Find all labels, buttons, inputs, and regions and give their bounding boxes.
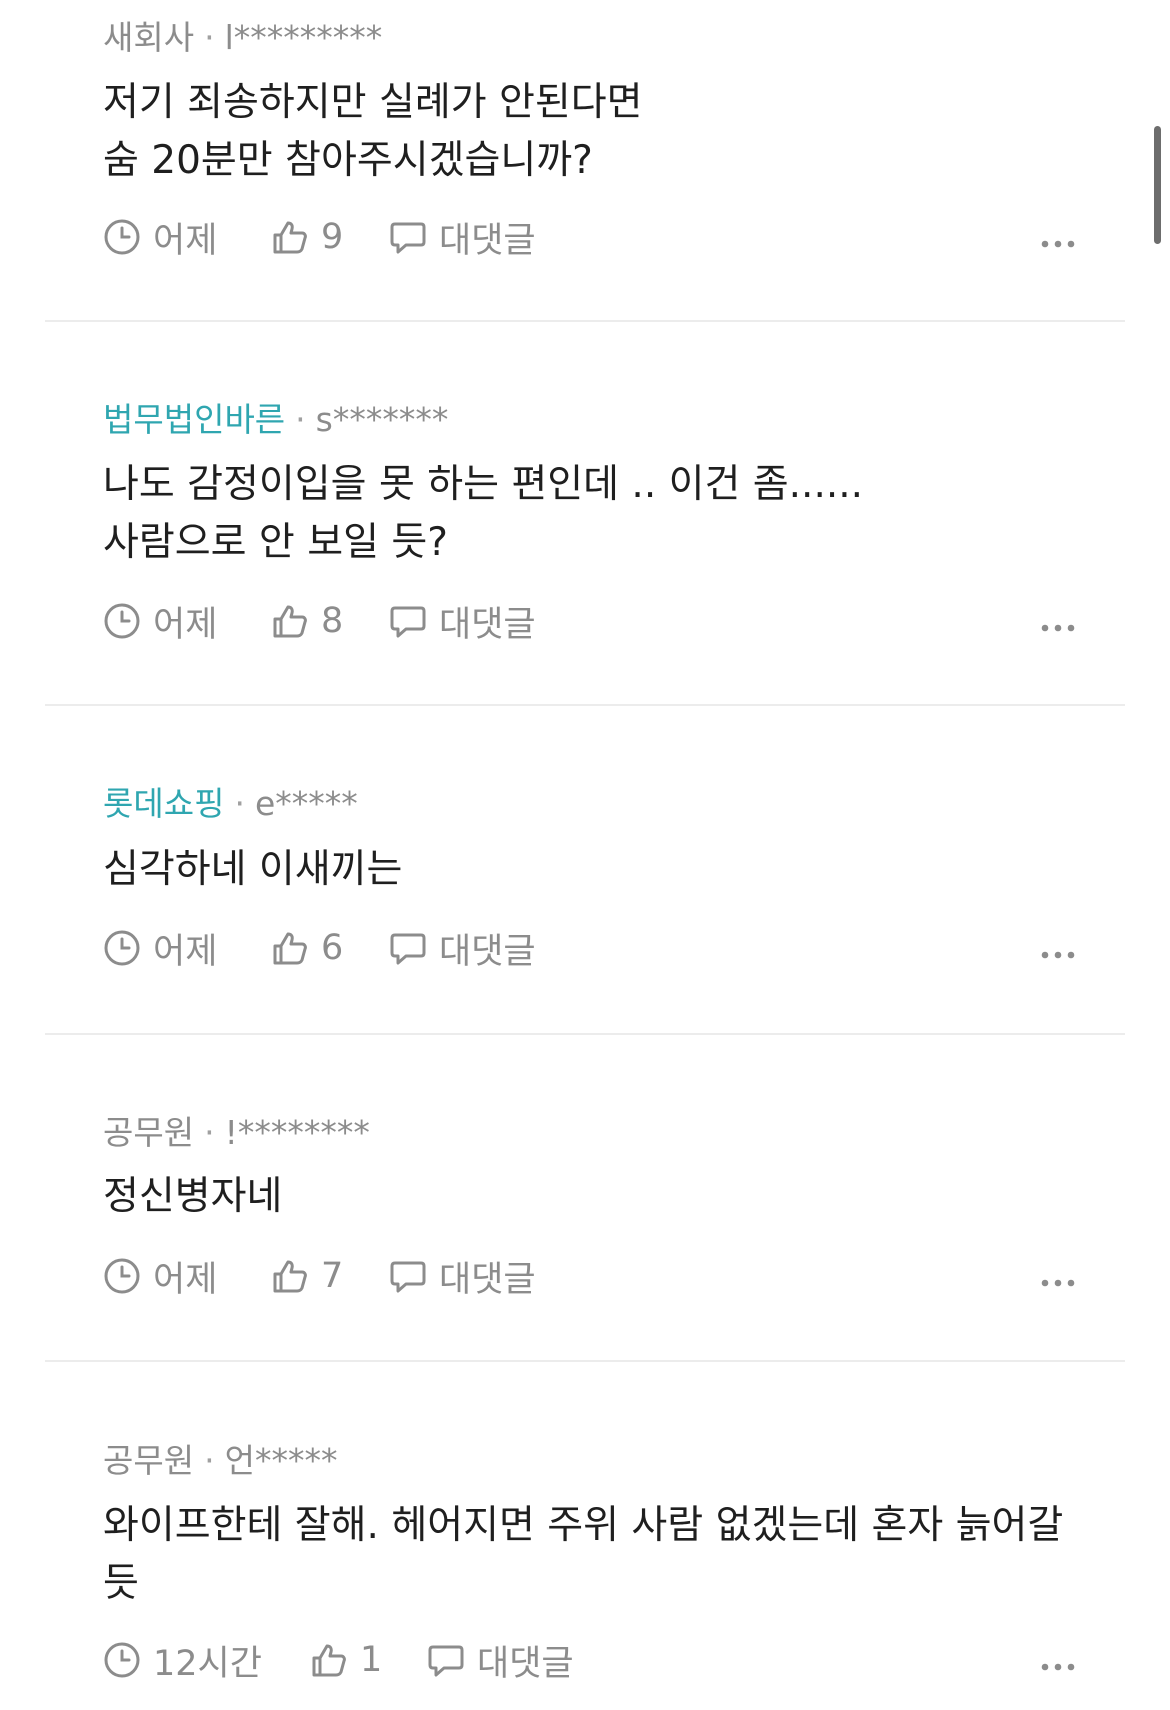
speech-bubble-icon (389, 929, 427, 967)
like-count: 9 (321, 217, 344, 257)
thumbs-up-icon (271, 218, 309, 256)
more-dots-icon (1041, 1640, 1075, 1680)
like-count: 1 (360, 1640, 383, 1680)
like-button[interactable]: 8 (271, 596, 343, 646)
reply-button[interactable]: 대댓글 (427, 1635, 574, 1685)
author-company[interactable]: 공무원 (103, 1441, 194, 1480)
like-button[interactable]: 1 (310, 1635, 382, 1685)
more-dots-icon (1041, 217, 1075, 257)
author-company[interactable]: 롯데쇼핑 (103, 784, 224, 823)
thumbs-up-icon (271, 1257, 309, 1295)
comment-meta: 공무원 · !******** (103, 1113, 370, 1153)
time-info: 어제 (103, 212, 217, 262)
meta-separator: · (204, 1441, 215, 1480)
reply-label: 대댓글 (439, 604, 536, 645)
more-dots-icon (1041, 601, 1075, 641)
author-username: e***** (254, 784, 358, 823)
clock-icon (103, 602, 141, 640)
more-dots-icon (1041, 1256, 1075, 1296)
comment-text: 나도 감정이입을 못 하는 편인데 .. 이건 좀...... 사람으로 안 보… (103, 462, 864, 565)
divider (45, 1360, 1125, 1362)
comment-actions: 어제 6 대댓글 (103, 923, 1083, 973)
divider (45, 704, 1125, 706)
meta-separator: · (295, 400, 306, 439)
reply-label: 대댓글 (439, 931, 536, 972)
author-username: l********* (224, 18, 383, 57)
time-label: 어제 (153, 1259, 218, 1300)
author-username: !******** (224, 1113, 370, 1152)
meta-separator: · (204, 1113, 215, 1152)
time-info: 어제 (103, 596, 217, 646)
time-info: 어제 (103, 1251, 217, 1301)
like-button[interactable]: 6 (271, 923, 343, 973)
meta-separator: · (204, 18, 215, 57)
time-info: 어제 (103, 923, 217, 973)
more-dots-icon (1041, 928, 1075, 968)
like-button[interactable]: 9 (271, 212, 343, 262)
clock-icon (103, 929, 141, 967)
author-company[interactable]: 새회사 (103, 18, 194, 57)
comment-meta: 롯데쇼핑 · e***** (103, 784, 358, 824)
speech-bubble-icon (389, 602, 427, 640)
clock-icon (103, 218, 141, 256)
more-options-button[interactable] (1033, 596, 1083, 646)
comment-actions: 어제 9 대댓글 (103, 212, 1083, 262)
comment-actions: 12시간 1 대댓글 (103, 1635, 1083, 1685)
comment-text: 저기 죄송하지만 실례가 안된다면 숨 20분만 참아주시겠습니까? (103, 80, 643, 183)
speech-bubble-icon (427, 1641, 465, 1679)
author-username: 언***** (224, 1441, 338, 1480)
divider (45, 1033, 1125, 1035)
comment-meta: 새회사 · l********* (103, 18, 382, 58)
time-label: 어제 (153, 604, 218, 645)
like-count: 7 (321, 1256, 344, 1296)
comment-meta: 공무원 · 언***** (103, 1441, 337, 1481)
reply-button[interactable]: 대댓글 (389, 596, 536, 646)
thumbs-up-icon (271, 602, 309, 640)
reply-label: 대댓글 (439, 220, 536, 261)
comment-text: 정신병자네 (103, 1174, 283, 1219)
more-options-button[interactable] (1033, 1251, 1083, 1301)
comment-actions: 어제 7 대댓글 (103, 1251, 1083, 1301)
author-username: s******* (315, 400, 449, 439)
time-label: 어제 (153, 220, 218, 261)
reply-button[interactable]: 대댓글 (389, 212, 536, 262)
thumbs-up-icon (310, 1641, 348, 1679)
comment-actions: 어제 8 대댓글 (103, 596, 1083, 646)
time-label: 어제 (153, 931, 218, 972)
time-label: 12시간 (153, 1643, 262, 1684)
clock-icon (103, 1641, 141, 1679)
scrollbar[interactable] (1154, 126, 1161, 244)
more-options-button[interactable] (1033, 1635, 1083, 1685)
divider (45, 320, 1125, 322)
reply-button[interactable]: 대댓글 (389, 1251, 536, 1301)
author-company[interactable]: 법무법인바른 (103, 400, 285, 439)
speech-bubble-icon (389, 218, 427, 256)
more-options-button[interactable] (1033, 923, 1083, 973)
more-options-button[interactable] (1033, 212, 1083, 262)
reply-button[interactable]: 대댓글 (389, 923, 536, 973)
comment-meta: 법무법인바른 · s******* (103, 400, 448, 440)
clock-icon (103, 1257, 141, 1295)
comment-text: 심각하네 이새끼는 (103, 847, 403, 892)
speech-bubble-icon (389, 1257, 427, 1295)
time-info: 12시간 (103, 1635, 262, 1685)
thumbs-up-icon (271, 929, 309, 967)
like-count: 8 (321, 601, 344, 641)
like-button[interactable]: 7 (271, 1251, 343, 1301)
like-count: 6 (321, 928, 344, 968)
comment-text: 와이프한테 잘해. 헤어지면 주위 사람 없겠는데 혼자 늙어갈 듯 (103, 1503, 1064, 1606)
author-company[interactable]: 공무원 (103, 1113, 194, 1152)
reply-label: 대댓글 (477, 1643, 574, 1684)
reply-label: 대댓글 (439, 1259, 536, 1300)
meta-separator: · (234, 784, 245, 823)
